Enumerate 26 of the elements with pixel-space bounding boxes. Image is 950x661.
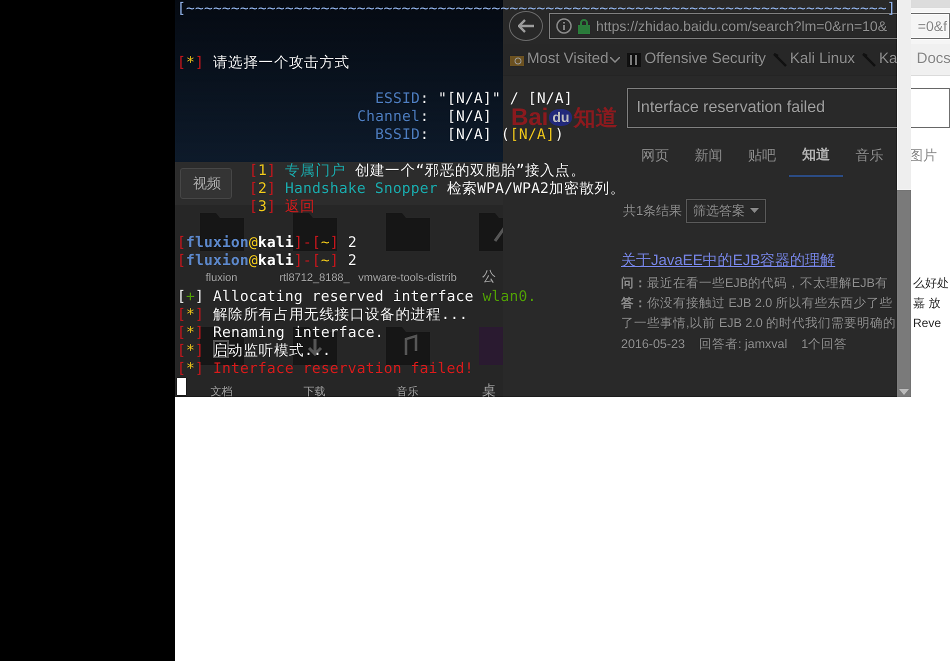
terminal-line: [*] 启动监听模式...	[177, 342, 332, 360]
terminal-line: [2] Handshake Snopper 检索WPA/WPA2加密散列。	[249, 180, 626, 198]
result-snippet: 问：最近在看一些EJB的代码，不太理解EJB有	[621, 274, 889, 292]
result-snippet: 么好处	[913, 274, 949, 292]
url-text: =0&f	[918, 16, 947, 36]
terminal-line: [3] 返回	[249, 198, 316, 216]
terminal-line: [*] 请选择一个攻击方式	[177, 54, 350, 72]
terminal-line: [*] 解除所有占用无线接口设备的进程...	[177, 306, 468, 324]
terminal-line: ESSID: "[N/A]" / [N/A]	[374, 90, 573, 108]
result-date: 2016-05-23	[621, 336, 685, 352]
terminal-line: [*] Interface reservation failed!	[177, 360, 474, 378]
result-snippet: 答：你没有接触过 EJB 2.0 所以有些东西少了些	[621, 294, 894, 312]
result-snippet: 嘉 放	[913, 294, 940, 312]
result-snippet: 了一些事情,以前 EJB 2.0 的时代我们需要明确的	[621, 314, 898, 332]
terminal-line: [+] Allocating reserved interface wlan0.	[177, 288, 536, 306]
terminal-line: BSSID: [N/A] ([N/A])	[374, 126, 564, 144]
answer-count: 1个回答	[801, 336, 848, 352]
terminal-line: [*] Renaming interface.	[177, 324, 384, 342]
terminal-line: [fluxion@kali]-[~] 2	[177, 234, 357, 252]
result-answerer: 回答者: jamxval	[698, 336, 788, 353]
terminal-line: [1] 专属门户 创建一个“邪恶的双胞胎”接入点。	[249, 162, 586, 180]
terminal-line: Channel: [N/A]	[356, 108, 492, 126]
result-count: 共1条结果	[623, 202, 682, 220]
terminal-line: [fluxion@kali]-[~] 2	[177, 252, 357, 270]
url-text: https://zhidao.baidu.com/search?lm=0&rn=10&	[596, 16, 888, 36]
result-snippet: Reve	[913, 314, 942, 332]
